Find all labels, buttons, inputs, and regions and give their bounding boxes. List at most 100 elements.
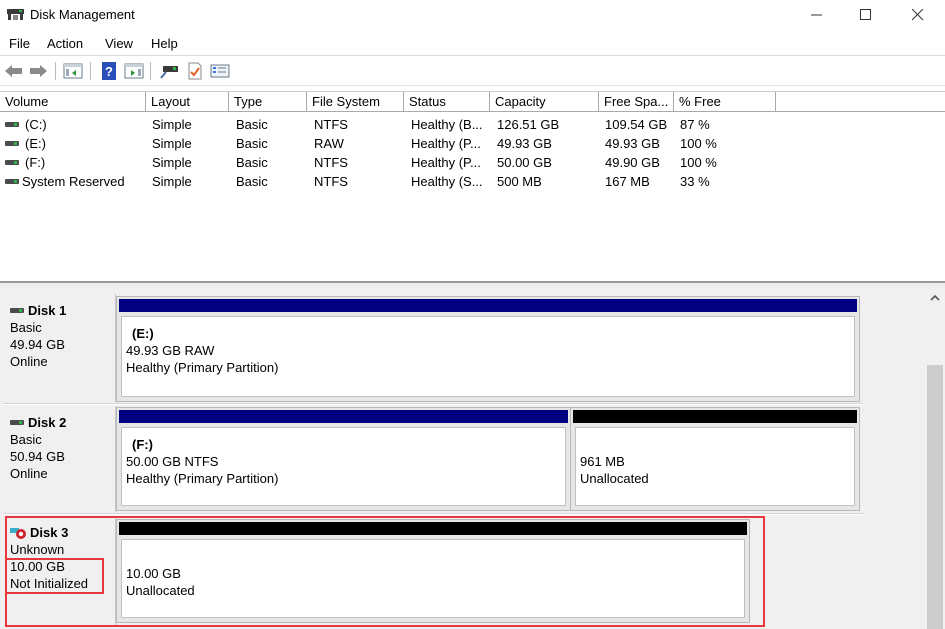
back-button[interactable] xyxy=(4,62,24,80)
settings-button[interactable] xyxy=(210,62,230,80)
file-system-cell: NTFS xyxy=(314,117,348,132)
volume-name: System Reserved xyxy=(22,174,125,189)
help-button[interactable]: ? xyxy=(99,62,119,80)
column-header-percent-free[interactable]: % Free xyxy=(674,92,776,112)
disk-row-separator xyxy=(3,403,863,405)
toolbar: ? xyxy=(0,57,945,86)
type-cell: Basic xyxy=(236,155,268,170)
disk-1-label[interactable]: Disk 1 Basic 49.94 GB Online xyxy=(3,294,116,402)
close-button[interactable] xyxy=(895,0,941,30)
unallocated-space-disk-2[interactable]: 961 MB Unallocated xyxy=(570,407,860,511)
file-system-cell: NTFS xyxy=(314,174,348,189)
volume-cell: (F:) xyxy=(5,153,45,172)
column-header-status[interactable]: Status xyxy=(404,92,490,112)
partition-label: (F:) xyxy=(132,437,153,452)
layout-cell: Simple xyxy=(152,174,192,189)
chevron-up-icon xyxy=(930,294,940,301)
minimize-button[interactable] xyxy=(794,0,840,30)
volume-name: (C:) xyxy=(25,117,47,132)
column-header-capacity[interactable]: Capacity xyxy=(490,92,599,112)
column-header-file-system[interactable]: File System xyxy=(307,92,404,112)
drive-icon xyxy=(5,122,19,127)
partition-size: 50.00 GB NTFS xyxy=(126,454,219,469)
disk-name: Disk 2 xyxy=(10,414,115,431)
partition-body: 961 MB Unallocated xyxy=(575,427,855,506)
disk-type: Basic xyxy=(10,432,42,447)
menu-help[interactable]: Help xyxy=(151,36,178,51)
console-tree-icon xyxy=(63,63,83,79)
drive-icon xyxy=(5,179,19,184)
drive-icon xyxy=(5,141,19,146)
maximize-button[interactable] xyxy=(843,0,889,30)
disk-3-highlight xyxy=(5,516,765,627)
forward-arrow-icon xyxy=(30,65,47,77)
column-header-layout[interactable]: Layout xyxy=(146,92,229,112)
file-system-cell: NTFS xyxy=(314,155,348,170)
primary-partition-bar xyxy=(119,410,568,423)
status-cell: Healthy (B... xyxy=(411,117,483,132)
disk-name-text: Disk 1 xyxy=(28,303,67,318)
disk-2-label[interactable]: Disk 2 Basic 50.94 GB Online xyxy=(3,406,116,512)
percent-free-cell: 100 % xyxy=(680,136,717,151)
properties-button[interactable] xyxy=(185,62,205,80)
partition-size: 961 MB xyxy=(580,454,625,469)
disk-online-icon xyxy=(10,420,24,425)
column-header-type[interactable]: Type xyxy=(229,92,307,112)
table-row[interactable]: System Reserved Simple Basic NTFS Health… xyxy=(0,172,945,191)
menu-file[interactable]: File xyxy=(9,36,30,51)
disk-row-separator xyxy=(3,513,863,515)
connect-disk-button[interactable] xyxy=(159,62,179,80)
partition-e[interactable]: (E:) 49.93 GB RAW Healthy (Primary Parti… xyxy=(116,296,860,402)
scroll-thumb[interactable] xyxy=(927,365,943,629)
capacity-cell: 500 MB xyxy=(497,174,542,189)
show-hide-action-pane-button[interactable] xyxy=(124,62,144,80)
disk-size: 49.94 GB xyxy=(10,337,65,352)
disk-map-scrollbar[interactable] xyxy=(925,286,945,629)
partition-f[interactable]: (F:) 50.00 GB NTFS Healthy (Primary Part… xyxy=(116,407,571,511)
percent-free-cell: 33 % xyxy=(680,174,710,189)
show-hide-console-tree-button[interactable] xyxy=(63,62,83,80)
partition-status: Healthy (Primary Partition) xyxy=(126,360,279,375)
menu-view[interactable]: View xyxy=(105,36,133,51)
table-row[interactable]: (C:) Simple Basic NTFS Healthy (B... 126… xyxy=(0,115,945,134)
menu-action[interactable]: Action xyxy=(47,36,83,51)
disk-size: 50.94 GB xyxy=(10,449,65,464)
not-initialized-highlight xyxy=(5,558,104,594)
volume-list: Volume Layout Type File System Status Ca… xyxy=(0,91,945,284)
disk-management-icon xyxy=(7,9,24,20)
capacity-cell: 49.93 GB xyxy=(497,136,552,151)
maximize-icon xyxy=(860,9,871,20)
table-row[interactable]: (F:) Simple Basic NTFS Healthy (P... 50.… xyxy=(0,153,945,172)
layout-cell: Simple xyxy=(152,117,192,132)
minimize-icon xyxy=(811,14,822,16)
primary-partition-bar xyxy=(119,299,857,312)
partition-size: 49.93 GB RAW xyxy=(126,343,215,358)
file-system-cell: RAW xyxy=(314,136,344,151)
disk-state: Online xyxy=(10,466,48,481)
partition-status: Unallocated xyxy=(580,471,649,486)
volume-cell: (C:) xyxy=(5,115,47,134)
type-cell: Basic xyxy=(236,174,268,189)
status-cell: Healthy (S... xyxy=(411,174,483,189)
status-cell: Healthy (P... xyxy=(411,136,481,151)
free-space-cell: 167 MB xyxy=(605,174,650,189)
properties-icon xyxy=(188,62,202,80)
toolbar-separator xyxy=(90,62,91,80)
scroll-up-arrow[interactable] xyxy=(925,288,945,308)
list-settings-icon xyxy=(210,64,230,78)
action-pane-icon xyxy=(124,63,144,79)
svg-text:?: ? xyxy=(105,64,113,79)
disk-name: Disk 1 xyxy=(10,302,115,319)
table-row[interactable]: (E:) Simple Basic RAW Healthy (P... 49.9… xyxy=(0,134,945,153)
column-header-free-space[interactable]: Free Spa... xyxy=(599,92,674,112)
menu-bar: File Action View Help xyxy=(0,32,945,56)
column-header-volume[interactable]: Volume xyxy=(0,92,146,112)
volume-cell: System Reserved xyxy=(5,172,125,191)
capacity-cell: 50.00 GB xyxy=(497,155,552,170)
type-cell: Basic xyxy=(236,117,268,132)
status-cell: Healthy (P... xyxy=(411,155,481,170)
layout-cell: Simple xyxy=(152,136,192,151)
forward-button[interactable] xyxy=(28,62,48,80)
volume-name: (F:) xyxy=(25,155,46,170)
volume-name: (E:) xyxy=(25,136,46,151)
